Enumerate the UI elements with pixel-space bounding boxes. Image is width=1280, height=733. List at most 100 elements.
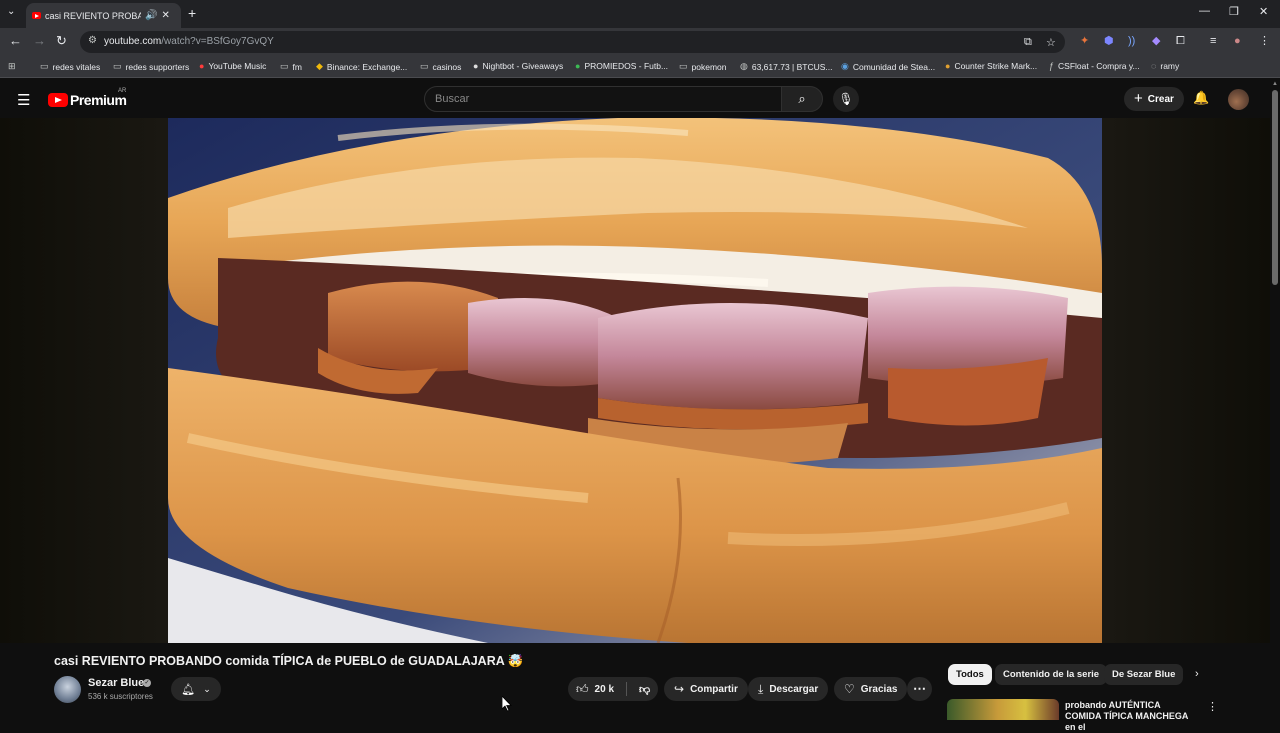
audio-playing-icon[interactable]: 🔊 <box>145 10 157 21</box>
notifications-bell-icon[interactable]: 🔔 <box>1193 90 1209 106</box>
channel-avatar[interactable] <box>54 676 81 703</box>
super-thanks-icon: ♡ <box>844 682 855 696</box>
bookmark-item[interactable]: ● PROMIEDOS - Futb... <box>575 61 668 71</box>
video-player[interactable] <box>0 118 1270 643</box>
tab-search-chevron-icon[interactable]: ⌄ <box>7 6 15 17</box>
extensions-puzzle-icon[interactable]: ⧠ <box>1176 34 1185 48</box>
minimize-icon[interactable]: — <box>1199 5 1210 17</box>
search-button[interactable]: ⌕ <box>781 86 823 112</box>
logo-text: Premium <box>70 92 127 108</box>
chip-series-content[interactable]: Contenido de la serie <box>995 664 1108 685</box>
folder-icon: ▭ <box>113 61 122 71</box>
url-path: /watch?v=BSfGoy7GvQY <box>161 36 274 47</box>
close-tab-icon[interactable]: ✕ <box>161 10 169 21</box>
bookmark-label: ramy <box>1160 61 1180 71</box>
address-bar[interactable]: ⚙ youtube.com/watch?v=BSfGoy7GvQY ⧉ ☆ <box>80 31 1065 53</box>
bookmark-item[interactable]: ▭ pokemon <box>679 61 726 72</box>
bookmark-item[interactable]: ▭ fm <box>280 61 302 72</box>
like-dislike-group: 👍︎ 20 k 👎︎ <box>568 677 658 701</box>
channel-name[interactable]: Sezar Blue <box>88 677 144 689</box>
thanks-button[interactable]: ♡ Gracias <box>834 677 908 701</box>
video-frame-sandwich-image <box>168 118 1102 643</box>
download-button[interactable]: ⤓ Descargar <box>748 677 829 701</box>
share-label: Compartir <box>690 683 738 695</box>
youtube-music-icon: ● <box>199 61 205 71</box>
youtube-play-icon <box>48 93 68 107</box>
extension-icon-3[interactable]: )) <box>1128 34 1135 48</box>
bookmark-item[interactable]: ƒ CSFloat - Compra y... <box>1049 61 1140 71</box>
video-title-text: casi REVIENTO PROBANDO comida TÍPICA de … <box>54 654 505 668</box>
bookmark-item[interactable]: ◌ ramy <box>1151 61 1179 71</box>
bookmark-item[interactable]: ▭ redes supporters <box>113 61 189 72</box>
tradingview-icon: ◍ <box>740 61 748 71</box>
microphone-icon: 🎙 <box>838 92 854 106</box>
bookmark-label: PROMIEDOS - Futb... <box>584 61 669 71</box>
search-box[interactable] <box>424 86 782 112</box>
account-avatar[interactable] <box>1228 89 1249 110</box>
bookmark-label: Comunidad de Stea... <box>852 61 936 72</box>
bookmark-item[interactable]: ◆ Binance: Exchange... <box>316 61 407 72</box>
close-window-icon[interactable]: ✕ <box>1259 5 1268 18</box>
chrome-menu-icon[interactable]: ⋮ <box>1259 34 1270 48</box>
dislike-button[interactable]: 👎︎ <box>633 683 650 696</box>
plus-icon: + <box>1134 90 1143 107</box>
page-scrollbar[interactable]: ▲ <box>1271 80 1280 720</box>
like-divider <box>626 682 628 696</box>
site-info-icon[interactable]: ⚙ <box>88 35 97 46</box>
more-actions-button[interactable]: ⋯ <box>907 677 932 701</box>
media-control-icon[interactable]: ≡ <box>1210 34 1216 48</box>
recommendation-thumbnail[interactable] <box>947 699 1059 720</box>
video-title: casi REVIENTO PROBANDO comida TÍPICA de … <box>54 654 523 669</box>
extension-icon-4[interactable]: ◆ <box>1152 34 1160 48</box>
recommendation-menu-icon[interactable]: ⋮ <box>1207 700 1218 713</box>
like-button[interactable]: 👍︎ 20 k <box>568 677 614 701</box>
browser-toolbar: ← → ↻ ⚙ youtube.com/watch?v=BSfGoy7GvQY … <box>0 28 1280 56</box>
bookmark-item[interactable]: ▭ casinos <box>420 61 461 72</box>
country-code: AR <box>118 88 127 94</box>
bookmark-item[interactable]: ● Nightbot - Giveaways <box>473 61 563 71</box>
bookmark-item[interactable]: ◍ 63,617.73 | BTCUS... <box>740 61 833 72</box>
reload-icon[interactable]: ↻ <box>56 34 67 48</box>
csfloat-icon: ƒ <box>1049 61 1055 71</box>
voice-search-button[interactable]: 🎙 <box>833 86 859 112</box>
thanks-label: Gracias <box>860 683 898 695</box>
folder-icon: ▭ <box>679 61 688 71</box>
folder-icon: ▭ <box>280 61 289 71</box>
url-host: youtube.com <box>104 36 162 47</box>
chevron-right-icon[interactable]: › <box>1195 668 1199 680</box>
forward-icon[interactable]: → <box>33 34 46 48</box>
browser-tab-active[interactable]: casi REVIENTO PROBANDO comida TÍPICA de … <box>26 3 181 28</box>
bookmark-star-icon[interactable]: ☆ <box>1046 36 1056 49</box>
bookmark-item[interactable]: ▭ redes vitales <box>40 61 100 72</box>
scroll-up-arrow-icon[interactable]: ▲ <box>1272 81 1278 87</box>
extension-icon-1[interactable]: ✦ <box>1080 34 1089 48</box>
recommendation-title[interactable]: probando AUTÉNTICA COMIDA TÍPICA MANCHEG… <box>1065 700 1197 733</box>
globe-icon: ◌ <box>1151 61 1157 71</box>
folder-icon: ▭ <box>420 61 429 71</box>
maximize-icon[interactable]: ❐ <box>1229 5 1239 18</box>
scrollbar-thumb[interactable] <box>1272 90 1278 285</box>
like-count: 20 k <box>594 683 615 695</box>
guide-menu-icon[interactable]: ☰ <box>17 91 30 109</box>
bookmark-item[interactable]: ◉ Comunidad de Stea... <box>841 61 935 72</box>
search-input[interactable] <box>425 87 781 111</box>
url-text[interactable]: youtube.com/watch?v=BSfGoy7GvQY <box>104 36 274 47</box>
bookmark-item[interactable]: ● Counter Strike Mark... <box>945 61 1037 71</box>
subscription-bell-button[interactable]: 🔔︎ ⌄ <box>171 677 221 701</box>
back-icon[interactable]: ← <box>9 34 22 48</box>
profile-icon[interactable]: ● <box>1234 34 1241 48</box>
bookmark-label: casinos <box>432 61 462 72</box>
bookmark-item[interactable]: ● YouTube Music <box>199 61 266 71</box>
folder-icon: ▭ <box>40 61 49 71</box>
share-button[interactable]: ↪ Compartir <box>664 677 748 701</box>
apps-grid-icon[interactable]: ⊞ <box>8 61 16 72</box>
new-tab-icon[interactable]: + <box>188 5 196 21</box>
chip-from-channel[interactable]: De Sezar Blue <box>1104 664 1184 685</box>
create-button[interactable]: + Crear <box>1124 87 1184 111</box>
steam-icon: ◉ <box>841 61 849 71</box>
cast-icon[interactable]: ⧉ <box>1024 36 1032 49</box>
exploding-head-emoji: 🤯 <box>507 654 524 668</box>
extension-icon-2[interactable]: ⬢ <box>1104 34 1114 48</box>
youtube-premium-logo[interactable]: Premium AR <box>48 88 127 108</box>
chip-todos[interactable]: Todos <box>948 664 992 685</box>
